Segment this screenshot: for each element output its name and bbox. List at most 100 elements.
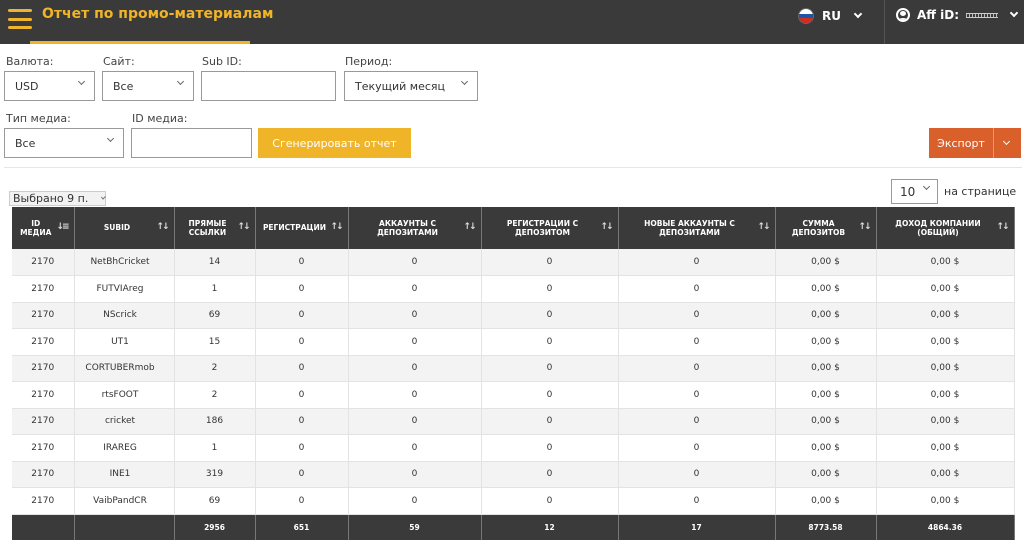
totals-row: 2956 651 59 12 17 8773.58 4864.36 xyxy=(12,514,1015,540)
table-cell: 0 xyxy=(618,487,776,515)
column-header-label: Сумма депозитов xyxy=(791,218,846,237)
sort-icon: ↑↓ xyxy=(156,222,169,232)
table-cell: 0,00 $ xyxy=(775,275,877,303)
table-cell: 0 xyxy=(481,434,619,462)
table-cell: 0 xyxy=(348,328,482,356)
table-cell: 0 xyxy=(348,275,482,303)
table-cell: 0,00 $ xyxy=(775,487,877,515)
currency-select[interactable]: USD xyxy=(4,71,95,101)
page-title: Отчет по промо-материалам xyxy=(42,6,274,22)
export-button[interactable]: Экспорт xyxy=(929,128,1021,158)
chevron-down-icon xyxy=(101,194,107,200)
table-cell: 0 xyxy=(348,381,482,409)
table-cell: 0,00 $ xyxy=(775,461,877,488)
divider xyxy=(884,0,885,44)
column-header[interactable]: Доход компании (общий) ↑↓ xyxy=(876,207,1015,249)
media-id-input[interactable] xyxy=(131,128,252,158)
column-header-label: Регистрации xyxy=(262,223,327,233)
period-label: Период: xyxy=(345,55,393,68)
column-header[interactable]: SubID ↑↓ xyxy=(74,207,175,249)
table-cell: NScrick xyxy=(74,302,175,329)
table-cell: 0 xyxy=(481,249,619,276)
column-header[interactable]: ID медиа ↓≡ xyxy=(12,207,75,249)
column-header[interactable]: Аккаунты с депозитами ↑↓ xyxy=(348,207,482,249)
column-header[interactable]: Регистрации ↑↓ xyxy=(255,207,349,249)
table-cell: 0,00 $ xyxy=(876,355,1015,382)
table-cell: rtsFOOT xyxy=(74,381,175,409)
table-cell: 2 xyxy=(174,381,256,409)
total-cell xyxy=(74,514,175,540)
table-cell: 0,00 $ xyxy=(876,487,1015,515)
column-header[interactable]: Регистрации с депозитом ↑↓ xyxy=(481,207,619,249)
table-cell: 1 xyxy=(174,275,256,303)
table-cell: 0,00 $ xyxy=(876,434,1015,462)
table-cell: 186 xyxy=(174,408,256,435)
table-row: 2170 IRAREG 1 0 0 0 0 0,00 $0,00 $ xyxy=(12,434,1015,462)
table-cell: 0 xyxy=(255,461,349,488)
table-row: 2170 NScrick 69 0 0 0 0 0,00 $0,00 $ xyxy=(12,302,1015,329)
aff-id-label: Aff iD: xyxy=(917,8,960,22)
table-cell: 319 xyxy=(174,461,256,488)
sort-icon: ↑↓ xyxy=(463,222,476,232)
column-header[interactable]: Новые аккаунты с депозитами ↑↓ xyxy=(618,207,776,249)
menu-icon[interactable] xyxy=(8,9,32,29)
account-menu[interactable]: Aff iD: xyxy=(896,8,1019,22)
media-type-select[interactable]: Все xyxy=(4,128,124,158)
total-cell xyxy=(12,514,75,540)
selected-count: Выбрано 9 п. xyxy=(13,192,89,205)
sort-icon: ↑↓ xyxy=(757,222,770,232)
table-cell: cricket xyxy=(74,408,175,435)
user-icon xyxy=(896,8,910,22)
chevron-down-icon xyxy=(922,182,931,191)
table-row: 2170 FUTVIAreg 1 0 0 0 0 0,00 $0,00 $ xyxy=(12,275,1015,303)
table-row: 2170 rtsFOOT 2 0 0 0 0 0,00 $0,00 $ xyxy=(12,381,1015,409)
column-header[interactable]: Прямые ссылки ↑↓ xyxy=(174,207,256,249)
column-header-label: Доход компании (общий) xyxy=(895,218,981,237)
table-cell: 2170 xyxy=(12,275,75,303)
table-cell: 0,00 $ xyxy=(876,408,1015,435)
chevron-down-icon xyxy=(1009,8,1019,18)
table-cell: 2170 xyxy=(12,355,75,382)
currency-label: Валюта: xyxy=(6,55,54,68)
per-page-select[interactable]: 10 xyxy=(891,179,938,204)
column-header-label: Регистрации с депозитом xyxy=(506,218,579,237)
site-select[interactable]: Все xyxy=(102,71,194,101)
table-row: 2170 VaibPandCR 69 0 0 0 0 0,00 $0,00 $ xyxy=(12,487,1015,515)
table-cell: 0,00 $ xyxy=(775,328,877,356)
period-select[interactable]: Текущий месяц xyxy=(344,71,478,101)
report-table: ID медиа ↓≡ SubID ↑↓ Прямые ссылки ↑↓ Регис… xyxy=(12,207,1015,540)
column-selector[interactable]: Выбрано 9 п. xyxy=(9,191,107,206)
subid-label: Sub ID: xyxy=(202,55,242,68)
table-cell: 0 xyxy=(348,408,482,435)
table-cell: 0 xyxy=(255,328,349,356)
table-cell: 0 xyxy=(618,302,776,329)
table-cell: IRAREG xyxy=(74,434,175,462)
table-cell: NetBhCricket xyxy=(74,249,175,276)
export-label: Экспорт xyxy=(937,136,985,150)
table-cell: 0,00 $ xyxy=(775,355,877,382)
media-type-label: Тип медиа: xyxy=(6,112,71,125)
table-cell: 0,00 $ xyxy=(876,381,1015,409)
subid-input[interactable] xyxy=(201,71,336,101)
table-cell: 0 xyxy=(618,275,776,303)
column-header-label: Аккаунты с депозитами xyxy=(377,218,438,237)
table-row: 2170 INE1 319 0 0 0 0 0,00 $0,00 $ xyxy=(12,461,1015,488)
table-cell: 0 xyxy=(348,461,482,488)
table-cell: 2170 xyxy=(12,487,75,515)
generate-report-button[interactable]: Сгенерировать отчет xyxy=(258,128,411,158)
table-cell: 0,00 $ xyxy=(876,328,1015,356)
table-cell: 0 xyxy=(618,434,776,462)
currency-value: USD xyxy=(15,79,39,93)
table-cell: 0 xyxy=(481,302,619,329)
column-header[interactable]: Сумма депозитов ↑↓ xyxy=(775,207,877,249)
column-header-label: ID медиа xyxy=(20,218,52,237)
table-cell: 0,00 $ xyxy=(876,249,1015,276)
chevron-down-icon xyxy=(853,9,863,19)
table-cell: 1 xyxy=(174,434,256,462)
language-selector[interactable]: RU xyxy=(798,8,863,24)
table-row: 2170 CORTUBERmob 2 0 0 0 0 0,00 $0,00 $ xyxy=(12,355,1015,382)
table-cell: 0 xyxy=(255,302,349,329)
aff-id-masked xyxy=(966,12,999,18)
table-cell: 0,00 $ xyxy=(876,275,1015,303)
table-cell: 2170 xyxy=(12,408,75,435)
